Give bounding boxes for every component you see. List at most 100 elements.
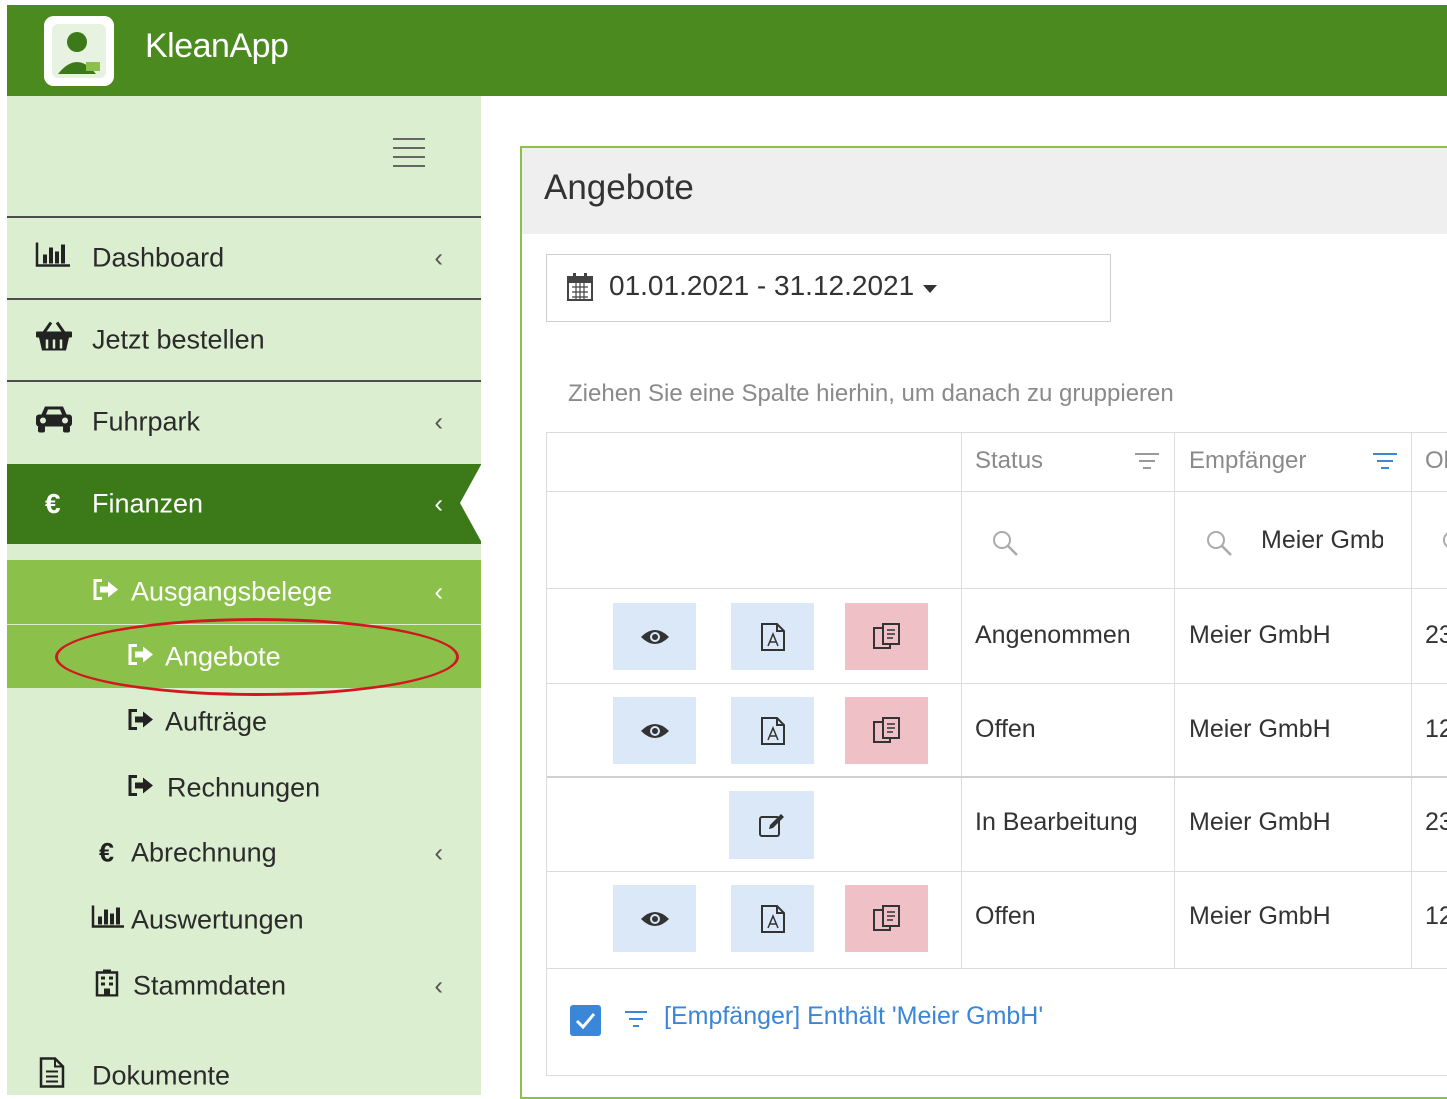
copy-icon	[872, 716, 900, 743]
chevron-left-icon: ‹	[434, 406, 443, 437]
sidebar-item-jetzt-bestellen[interactable]: Jetzt bestellen	[7, 300, 481, 380]
empfaenger-cell: Meier GmbH	[1189, 902, 1331, 930]
sidebar-item-label: Jetzt bestellen	[92, 324, 265, 355]
status-cell: In Bearbeitung	[975, 808, 1138, 836]
sign-out-icon	[92, 577, 120, 608]
sidebar-item-abrechnung[interactable]: € Abrechnung ‹	[7, 823, 481, 883]
building-icon	[95, 969, 119, 1004]
empfaenger-cell: Meier GmbH	[1189, 621, 1331, 649]
sidebar-item-stammdaten[interactable]: Stammdaten ‹	[7, 956, 481, 1016]
chevron-left-icon: ‹	[434, 970, 443, 1001]
column-header-third[interactable]: Ol	[1425, 447, 1447, 475]
sidebar-item-label: Ausgangsbelege	[131, 576, 333, 607]
calendar-icon	[567, 273, 593, 301]
column-header-empfaenger[interactable]: Empfänger	[1189, 447, 1306, 475]
date-range-picker[interactable]: 01.01.2021 - 31.12.2021	[546, 254, 1111, 322]
search-icon[interactable]	[991, 529, 1019, 557]
edit-button[interactable]	[729, 791, 814, 859]
basket-icon	[35, 321, 73, 360]
sidebar-item-auswertungen[interactable]: Auswertungen	[7, 890, 481, 950]
group-panel-hint[interactable]: Ziehen Sie eine Spalte hierhin, um danac…	[568, 380, 1174, 408]
eye-icon	[640, 911, 669, 926]
sidebar-item-ausgangsbelege[interactable]: Ausgangsbelege ‹	[7, 560, 481, 624]
sidebar-item-label: Fuhrpark	[92, 406, 201, 437]
app-title: KleanApp	[145, 27, 289, 65]
sidebar: Dashboard ‹ Jetzt bestellen Fuhrpark ‹ €…	[7, 96, 481, 1095]
view-button[interactable]	[613, 697, 696, 764]
view-button[interactable]	[613, 603, 696, 670]
sidebar-item-label: Auswertungen	[131, 904, 304, 935]
sign-out-icon	[127, 773, 155, 804]
chevron-left-icon: ‹	[434, 242, 443, 273]
active-indicator	[460, 463, 482, 543]
pdf-button[interactable]	[731, 885, 814, 952]
date-range-value: 01.01.2021 - 31.12.2021	[609, 270, 915, 301]
file-pdf-icon	[760, 716, 785, 745]
pdf-button[interactable]	[731, 697, 814, 764]
sidebar-item-finanzen[interactable]: € Finanzen ‹	[7, 464, 481, 544]
euro-icon: €	[45, 488, 61, 519]
third-column-cell: 23	[1425, 808, 1447, 836]
filter-summary-link[interactable]: [Empfänger] Enthält 'Meier GmbH'	[664, 1002, 1043, 1031]
sidebar-item-rechnungen[interactable]: Rechnungen	[7, 758, 481, 818]
panel-header: Angebote	[522, 148, 1447, 234]
third-column-cell: 23	[1425, 621, 1447, 649]
row-divider	[547, 588, 1447, 589]
copy-button[interactable]	[845, 697, 928, 764]
bar-chart-icon	[91, 905, 125, 936]
filter-icon[interactable]	[1373, 453, 1397, 473]
filter-enabled-checkbox[interactable]	[570, 1005, 601, 1036]
bar-chart-icon	[35, 242, 71, 275]
sign-out-icon	[127, 641, 155, 672]
sidebar-item-label: Aufträge	[165, 706, 268, 737]
pdf-button[interactable]	[731, 603, 814, 670]
view-button[interactable]	[613, 885, 696, 952]
third-column-cell: 12	[1425, 715, 1447, 743]
copy-icon	[872, 904, 900, 931]
search-icon[interactable]	[1441, 529, 1447, 557]
sidebar-item-label: Abrechnung	[131, 837, 277, 868]
sidebar-item-label: Dashboard	[92, 242, 225, 273]
sidebar-item-label: Angebote	[165, 641, 281, 671]
car-icon	[35, 404, 73, 441]
app-logo[interactable]	[44, 16, 114, 86]
main-panel: Angebote 01.01.2021 - 31.12.2021 Ziehen …	[520, 146, 1447, 1099]
sidebar-item-label: Rechnungen	[167, 772, 321, 803]
row-divider	[547, 871, 1447, 872]
euro-icon: €	[99, 837, 115, 868]
sidebar-item-label: Finanzen	[92, 488, 204, 519]
chevron-left-icon: ‹	[434, 837, 443, 868]
copy-icon	[872, 622, 900, 649]
row-divider	[547, 968, 1447, 969]
eye-icon	[640, 629, 669, 644]
row-divider	[547, 683, 1447, 684]
empfaenger-cell: Meier GmbH	[1189, 715, 1331, 743]
file-pdf-icon	[760, 622, 785, 651]
column-header-status[interactable]: Status	[975, 447, 1043, 475]
sidebar-item-label: Stammdaten	[133, 970, 287, 1001]
column-divider	[961, 433, 962, 969]
check-icon	[575, 1013, 596, 1030]
search-icon[interactable]	[1205, 529, 1233, 557]
sidebar-item-dokumente[interactable]: Dokumente	[7, 1046, 481, 1095]
empfaenger-filter-input[interactable]: Meier Gmb	[1261, 526, 1383, 555]
caret-down-icon	[923, 285, 937, 293]
copy-button[interactable]	[845, 603, 928, 670]
filter-icon[interactable]	[1135, 453, 1159, 473]
column-divider	[1174, 433, 1175, 969]
sidebar-item-label: Dokumente	[92, 1060, 231, 1091]
sidebar-item-fuhrpark[interactable]: Fuhrpark ‹	[7, 382, 481, 462]
top-bar: KleanApp	[7, 5, 1447, 96]
row-divider	[547, 491, 1447, 492]
status-cell: Offen	[975, 715, 1036, 743]
sidebar-item-angebote[interactable]: Angebote	[7, 625, 481, 688]
sidebar-item-auftraege[interactable]: Aufträge	[7, 692, 481, 752]
file-pdf-icon	[760, 904, 785, 933]
sidebar-item-dashboard[interactable]: Dashboard ‹	[7, 218, 481, 298]
sign-out-icon	[127, 707, 155, 738]
filter-icon	[625, 1011, 647, 1029]
menu-toggle-icon[interactable]	[393, 138, 425, 167]
copy-button[interactable]	[845, 885, 928, 952]
data-grid: Status Empfänger Ol Meier Gmb Angenommen…	[546, 432, 1447, 1076]
status-cell: Angenommen	[975, 621, 1131, 649]
